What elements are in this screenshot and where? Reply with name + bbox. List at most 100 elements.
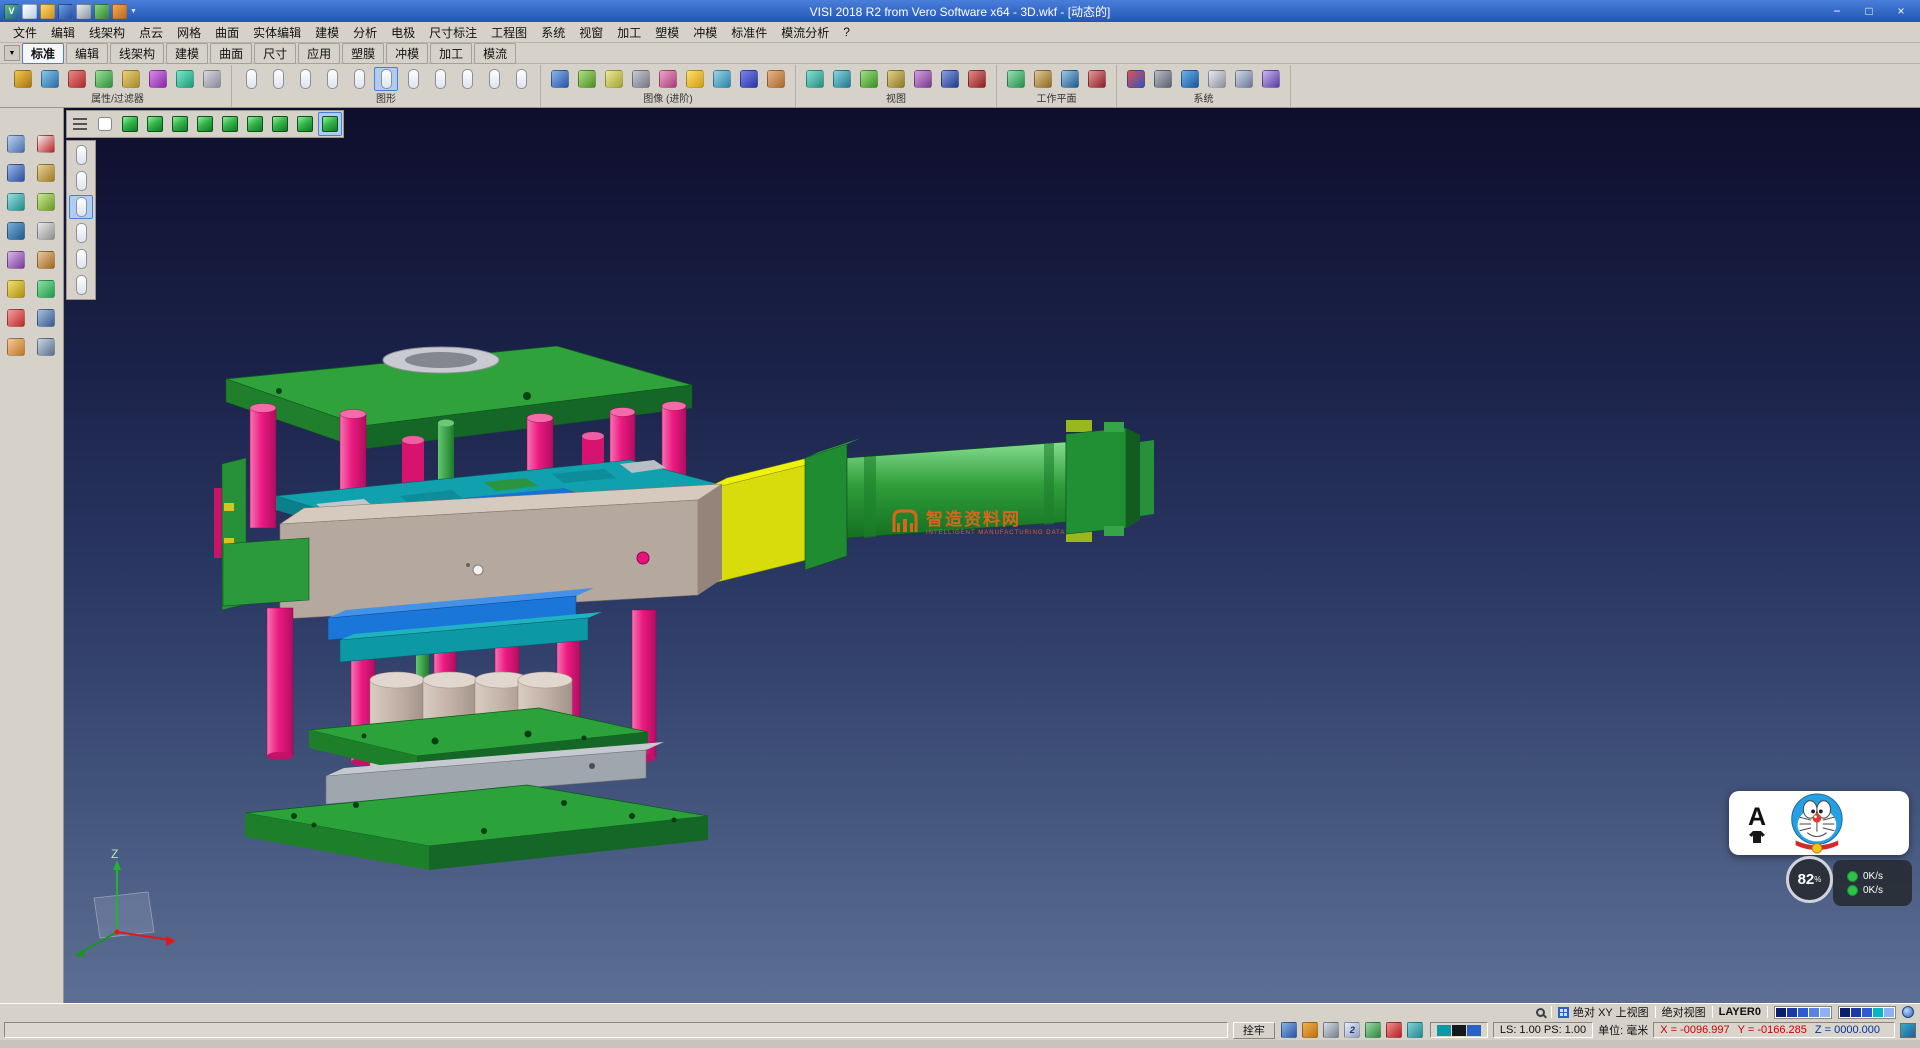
- workplane-grid-icon[interactable]: [1259, 67, 1283, 91]
- menu-item[interactable]: ?: [836, 23, 857, 41]
- workplane-icon[interactable]: [34, 248, 58, 272]
- display-filter-1-icon[interactable]: [69, 143, 93, 167]
- plot-icon[interactable]: [76, 4, 91, 19]
- scale-indicator[interactable]: LS: 1.00 PS: 1.00: [1493, 1022, 1593, 1038]
- previous-view-icon[interactable]: [911, 67, 935, 91]
- menu-item[interactable]: 网格: [170, 22, 208, 43]
- close-button[interactable]: ×: [1886, 2, 1916, 20]
- pen-style-icon[interactable]: [119, 67, 143, 91]
- filter-icon[interactable]: [38, 67, 62, 91]
- texture-icon[interactable]: [656, 67, 680, 91]
- menu-item[interactable]: 分析: [346, 22, 384, 43]
- layer-color-segment[interactable]: [1798, 1008, 1808, 1017]
- save-icon[interactable]: [58, 4, 73, 19]
- shaded-view-icon[interactable]: [93, 112, 117, 136]
- pan-view-icon[interactable]: [857, 67, 881, 91]
- search-icon[interactable]: [1536, 1008, 1545, 1017]
- ribbon-tab[interactable]: 冲模: [386, 43, 428, 64]
- zoom-fit-icon[interactable]: [803, 67, 827, 91]
- workplane-rotate-icon[interactable]: [1085, 67, 1109, 91]
- copy-icon[interactable]: [4, 248, 28, 272]
- bottom-view-icon[interactable]: [268, 112, 292, 136]
- display-mode-icon[interactable]: [1280, 1021, 1299, 1039]
- render-icon[interactable]: [548, 67, 572, 91]
- menu-item[interactable]: 线架构: [82, 22, 132, 43]
- zoom-window-icon[interactable]: [830, 67, 854, 91]
- absolute-view-label[interactable]: 绝对视图: [1662, 1004, 1706, 1020]
- view-count-icon[interactable]: 2: [1343, 1021, 1362, 1039]
- section-view-icon[interactable]: [965, 67, 989, 91]
- top-view-icon[interactable]: [243, 112, 267, 136]
- resize-grip[interactable]: [1900, 1023, 1916, 1038]
- display-filter-2-icon[interactable]: [69, 169, 93, 193]
- menu-item[interactable]: 标准件: [724, 22, 774, 43]
- active-layer-label[interactable]: LAYER0: [1719, 1006, 1761, 1018]
- rotate-icon[interactable]: [4, 219, 28, 243]
- menu-item[interactable]: 文件: [6, 22, 44, 43]
- layer-color-segment[interactable]: [1840, 1008, 1850, 1017]
- dynamic-view-cube-icon[interactable]: [318, 112, 342, 136]
- menu-item[interactable]: 工程图: [484, 22, 534, 43]
- layer-color-segment[interactable]: [1873, 1008, 1883, 1017]
- dynamic-view-icon[interactable]: [938, 67, 962, 91]
- right-view-icon[interactable]: [218, 112, 242, 136]
- layer-color-segment[interactable]: [1776, 1008, 1786, 1017]
- wireframe-icon[interactable]: [602, 67, 626, 91]
- tab-list-dropdown-icon[interactable]: ▼: [4, 45, 20, 61]
- layer-color-segment[interactable]: [1851, 1008, 1861, 1017]
- iso-view-icon[interactable]: [118, 112, 142, 136]
- macro-icon[interactable]: [34, 335, 58, 359]
- menu-item[interactable]: 实体编辑: [246, 22, 308, 43]
- background-icon[interactable]: [737, 67, 761, 91]
- menu-item[interactable]: 塑模: [648, 22, 686, 43]
- globe-icon[interactable]: [1902, 1006, 1914, 1018]
- menu-item[interactable]: 加工: [610, 22, 648, 43]
- model-base-plates[interactable]: [245, 708, 708, 870]
- menu-item[interactable]: 冲模: [686, 22, 724, 43]
- text-icon[interactable]: [455, 67, 479, 91]
- group-icon[interactable]: [509, 67, 533, 91]
- 3d-viewport[interactable]: Z 智造资料网 INTELLIGENT MANUFACTURING DATA: [64, 108, 1920, 1003]
- menu-item[interactable]: 模流分析: [774, 22, 836, 43]
- selection-mode-icon[interactable]: [1385, 1021, 1404, 1039]
- open-file-icon[interactable]: [40, 4, 55, 19]
- quick-color-segment[interactable]: [1467, 1025, 1481, 1036]
- layer-color-segment[interactable]: [1809, 1008, 1819, 1017]
- grid-toggle-icon[interactable]: [1322, 1021, 1341, 1039]
- redline-icon[interactable]: [4, 306, 28, 330]
- lighting-icon[interactable]: [683, 67, 707, 91]
- menu-item[interactable]: 系统: [534, 22, 572, 43]
- workplane-entity-icon[interactable]: [1031, 67, 1055, 91]
- workplane-standard-icon[interactable]: [1004, 67, 1028, 91]
- analyze-icon[interactable]: [34, 277, 58, 301]
- ribbon-tab[interactable]: 应用: [298, 43, 340, 64]
- ribbon-tab[interactable]: 编辑: [66, 43, 108, 64]
- front-view-icon[interactable]: [143, 112, 167, 136]
- calculator-icon[interactable]: [1232, 67, 1256, 91]
- axonometric-view-icon[interactable]: [293, 112, 317, 136]
- layer-filter-icon[interactable]: [92, 67, 116, 91]
- menu-item[interactable]: 曲面: [208, 22, 246, 43]
- favorites-icon[interactable]: [4, 335, 28, 359]
- history-icon[interactable]: [34, 306, 58, 330]
- network-speed-widget[interactable]: 0K/s 0K/s: [1833, 860, 1912, 906]
- minimize-button[interactable]: −: [1822, 2, 1852, 20]
- menu-item[interactable]: 尺寸标注: [422, 22, 484, 43]
- quick-color-segment[interactable]: [1437, 1025, 1451, 1036]
- rectangle-icon[interactable]: [401, 67, 425, 91]
- shading-icon[interactable]: [575, 67, 599, 91]
- notes-icon[interactable]: [34, 219, 58, 243]
- render-quick-icon[interactable]: [1301, 1021, 1320, 1039]
- ribbon-tab[interactable]: 建模: [166, 43, 208, 64]
- workplane-view-icon[interactable]: [1058, 67, 1082, 91]
- color-filter-icon[interactable]: [65, 67, 89, 91]
- circle-icon[interactable]: [374, 67, 398, 91]
- hidden-line-icon[interactable]: [629, 67, 653, 91]
- eraser-icon[interactable]: [200, 67, 224, 91]
- ribbon-tab[interactable]: 模流: [474, 43, 516, 64]
- measure-icon[interactable]: [4, 277, 28, 301]
- back-view-icon[interactable]: [168, 112, 192, 136]
- edit-icon[interactable]: [34, 161, 58, 185]
- display-icon[interactable]: [1151, 67, 1175, 91]
- line-icon[interactable]: [293, 67, 317, 91]
